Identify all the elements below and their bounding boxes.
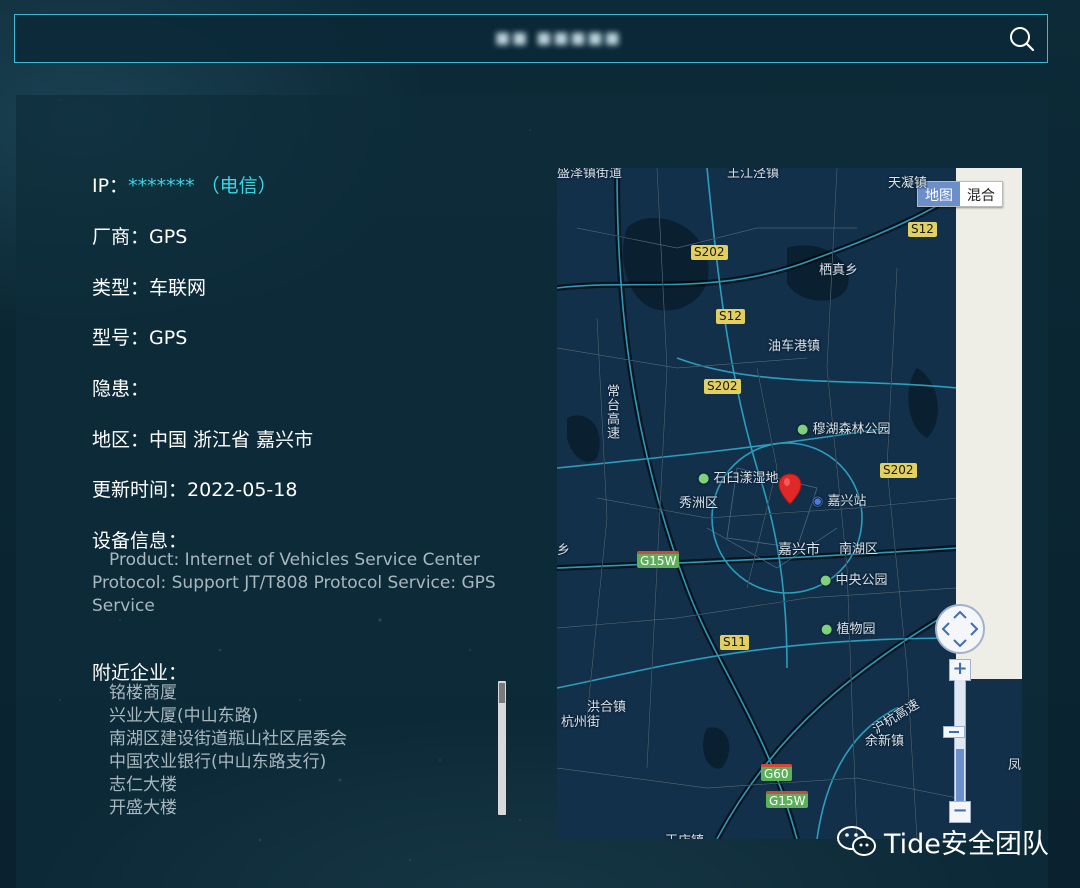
map-label: ◉ 嘉兴站 xyxy=(812,494,867,509)
road-shield: S12 xyxy=(716,309,745,324)
risk-label: 隐患： xyxy=(92,378,150,400)
road-shield: G15W xyxy=(766,791,809,808)
type-label: 类型： xyxy=(92,277,150,299)
park-icon: ● xyxy=(797,422,809,437)
updated-label: 更新时间： xyxy=(92,479,188,501)
list-item: 南湖区建设街道瓶山社区居委会 xyxy=(109,729,347,749)
watermark: Tide安全团队 xyxy=(836,822,1049,861)
map-tile-edge xyxy=(956,168,1022,679)
road-shield: G15W xyxy=(637,551,680,568)
map-label: 天凝镇 xyxy=(888,176,928,191)
map-label: 嘉兴市 xyxy=(778,542,820,558)
park-icon: ● xyxy=(698,471,710,486)
scrollbar-thumb[interactable] xyxy=(499,683,505,703)
updated-value: 2022-05-18 xyxy=(187,479,298,501)
model-row: 型号：GPS xyxy=(92,323,187,350)
search-icon[interactable] xyxy=(1009,26,1035,52)
region-value: 中国 浙江省 嘉兴市 xyxy=(149,429,314,451)
map-label: 油车港镇 xyxy=(768,339,821,354)
map-label: ● 穆湖森林公园 xyxy=(797,422,891,437)
road-shield: G60 xyxy=(761,764,792,781)
updated-row: 更新时间：2022-05-18 xyxy=(92,475,297,502)
road-shield: S202 xyxy=(704,379,741,394)
type-value: 车联网 xyxy=(149,277,207,299)
map-label: ● 石臼漾湿地 xyxy=(698,471,779,486)
road-shield: S12 xyxy=(908,222,937,237)
road-shield: S11 xyxy=(720,635,749,650)
zoom-slider-handle[interactable] xyxy=(943,726,965,738)
map-view[interactable]: 地图 混合 盛泽镇街道 王江泾镇 天凝镇 栖真乡 油车港镇 ● 穆湖森林公园 ●… xyxy=(557,168,1022,839)
map-label: 栖真乡 xyxy=(819,263,859,278)
nearby-company-list: 铭楼商厦 兴业大厦(中山东路) 南湖区建设街道瓶山社区居委会 中国农业银行(中山… xyxy=(109,682,489,820)
search-input[interactable]: ■■ ■■■■■ xyxy=(495,28,622,47)
type-row: 类型：车联网 xyxy=(92,273,206,300)
zoom-slider[interactable] xyxy=(954,680,966,808)
vendor-row: 厂商：GPS xyxy=(92,222,187,249)
map-type-toggle[interactable]: 地图 混合 xyxy=(917,181,1003,207)
pan-arrows-icon xyxy=(941,610,979,648)
company-list-scrollbar[interactable] xyxy=(498,681,506,815)
zoom-in-button[interactable]: + xyxy=(949,659,971,681)
park-icon: ● xyxy=(821,622,833,637)
map-label: 南湖区 xyxy=(839,542,879,557)
map-label: ● 植物园 xyxy=(821,622,876,637)
ip-label: IP： xyxy=(92,175,129,197)
location-marker-icon[interactable] xyxy=(778,473,802,505)
map-label: 杭州街 xyxy=(561,715,601,730)
map-label: 常台高速 xyxy=(604,384,619,440)
zoom-out-button[interactable]: − xyxy=(949,801,971,823)
road-shield: S202 xyxy=(880,463,917,478)
park-icon: ● xyxy=(820,573,832,588)
map-label: 盛泽镇街道 xyxy=(557,168,623,181)
map-label: ● 中央公园 xyxy=(820,573,888,588)
map-label: 王江泾镇 xyxy=(727,168,780,181)
list-item: 志仁大楼 xyxy=(109,775,177,795)
train-station-icon: ◉ xyxy=(812,494,824,509)
ip-value[interactable]: ******* （电信） xyxy=(128,175,277,197)
map-pan-control[interactable] xyxy=(935,604,985,654)
map-type-button-hybrid[interactable]: 混合 xyxy=(960,182,1002,206)
nearby-label: 附近企业： xyxy=(92,662,188,684)
vendor-value: GPS xyxy=(149,226,188,248)
risk-row: 隐患： xyxy=(92,374,149,401)
region-label: 地区： xyxy=(92,429,150,451)
zoom-level-bar xyxy=(956,749,964,806)
ip-row: IP：******* （电信） xyxy=(92,171,277,198)
vendor-label: 厂商： xyxy=(92,226,150,248)
model-value: GPS xyxy=(149,327,188,349)
list-item: 开盛大楼 xyxy=(109,798,177,818)
map-label: 凤 xyxy=(1008,758,1022,773)
map-label: 王店镇 xyxy=(665,830,704,839)
watermark-text: Tide安全团队 xyxy=(884,829,1049,860)
map-label: 秀洲区 xyxy=(679,496,719,511)
device-info-text: Product: Internet of Vehicles Service Ce… xyxy=(92,550,496,616)
road-shield: S202 xyxy=(691,245,728,260)
search-bar[interactable]: ■■ ■■■■■ xyxy=(14,14,1048,63)
model-label: 型号： xyxy=(92,327,150,349)
list-item: 铭楼商厦 xyxy=(109,683,177,703)
list-item: 中国农业银行(中山东路支行) xyxy=(109,752,327,772)
list-item: 兴业大厦(中山东路) xyxy=(109,706,259,726)
region-row: 地区：中国 浙江省 嘉兴市 xyxy=(92,425,313,452)
wechat-icon xyxy=(837,825,876,856)
map-label: 乡 xyxy=(557,543,571,558)
